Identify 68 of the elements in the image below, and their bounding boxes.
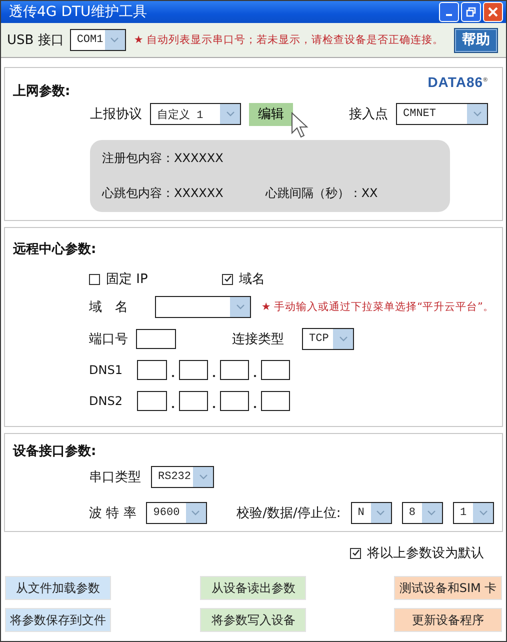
input-field[interactable] — [261, 391, 290, 411]
action-button[interactable]: 更新设备程序 — [394, 608, 502, 632]
checkbox[interactable] — [89, 274, 100, 284]
chevron-icon — [478, 510, 488, 516]
input-field[interactable] — [137, 391, 167, 411]
info-text: 心跳间隔（秒）：XX — [265, 185, 378, 202]
input-field[interactable] — [136, 329, 176, 349]
action-button[interactable]: 从文件加载参数 — [5, 576, 111, 600]
input-field[interactable] — [179, 360, 208, 380]
hint-text: ★ 手动输入或通过下拉菜单选择“平升云平台”。 — [261, 300, 494, 314]
input-field[interactable] — [179, 391, 208, 411]
action-button[interactable]: 从设备读出参数 — [200, 576, 306, 600]
field-label: USB 接口 — [7, 32, 64, 49]
action-button[interactable]: 测试设备和SIM 卡 — [394, 576, 502, 600]
field-label: 连接类型 — [232, 331, 284, 348]
chevron-icon — [376, 510, 386, 516]
close-icon[interactable] — [483, 2, 503, 22]
input-field[interactable] — [137, 360, 167, 380]
section-title: 上网参数: — [13, 83, 70, 100]
chevron-icon — [236, 304, 245, 310]
cursor-icon — [291, 112, 311, 140]
chevron-icon — [226, 111, 234, 117]
logo: DATA86$^{®}$ — [428, 74, 488, 90]
field-label: 域 名 — [89, 299, 128, 316]
chevron-icon — [198, 474, 208, 480]
input-field[interactable] — [220, 360, 249, 380]
chevron-icon — [191, 510, 200, 516]
field-label: 端口号 — [89, 331, 128, 348]
parity-dropdown[interactable]: N — [350, 502, 392, 524]
connection-dropdown[interactable]: TCP — [302, 328, 354, 350]
section-title: 设备接口参数: — [13, 442, 96, 460]
domain-dropdown[interactable] — [154, 296, 252, 318]
field-label: 波 特 率 — [89, 505, 136, 522]
input-field[interactable] — [261, 360, 290, 380]
checkbox-label[interactable]: 将以上参数设为默认 — [367, 544, 484, 562]
field-label: 上报协议 — [90, 106, 142, 123]
chevron-icon — [472, 111, 482, 117]
baud-rate-dropdown[interactable]: 9600 — [146, 502, 207, 524]
chevron-icon — [427, 510, 436, 516]
window-title: 透传4G DTU维护工具 — [9, 3, 148, 21]
edit-button[interactable]: 编辑 — [249, 102, 293, 126]
data-bits-dropdown[interactable]: 8 — [402, 502, 443, 524]
checkbox-label[interactable]: 固定 IP — [106, 270, 148, 288]
input-field[interactable] — [220, 391, 249, 411]
field-label: 串口类型 — [89, 469, 141, 486]
checkbox[interactable] — [350, 548, 361, 558]
info-text: 心跳包内容：XXXXXX — [102, 185, 224, 202]
dns-label: DNS2 — [88, 394, 124, 408]
field-label: 接入点 — [349, 106, 388, 123]
protocol-dropdown[interactable]: 自定义 1 — [150, 103, 241, 125]
action-button[interactable]: 将参数写入设备 — [200, 608, 306, 632]
section-title: 远程中心参数: — [13, 240, 96, 258]
dns-label: DNS1 — [88, 363, 124, 377]
checkbox[interactable] — [222, 274, 233, 284]
chevron-icon — [110, 37, 120, 43]
action-button[interactable]: 将参数保存到文件 — [5, 608, 111, 632]
port-dropdown[interactable]: COM1 — [70, 29, 126, 51]
info-text: 注册包内容：XXXXXX — [102, 150, 224, 167]
restore-icon[interactable] — [461, 2, 481, 22]
chevron-icon — [338, 336, 348, 342]
hint-text: ★ 自动列表显示串口号；若未显示，请检查设备是否正确连接。 — [134, 33, 444, 47]
apn-dropdown[interactable]: CMNET — [396, 103, 488, 125]
stop-bits-dropdown[interactable]: 1 — [452, 502, 494, 524]
field-label: 校验/数据/停止位: — [236, 505, 341, 522]
serial-type-dropdown[interactable]: RS232 — [151, 466, 214, 488]
checkbox-label[interactable]: 域名 — [239, 270, 265, 288]
help-button[interactable]: 帮助 — [454, 28, 498, 52]
minimize-icon[interactable] — [439, 2, 459, 22]
